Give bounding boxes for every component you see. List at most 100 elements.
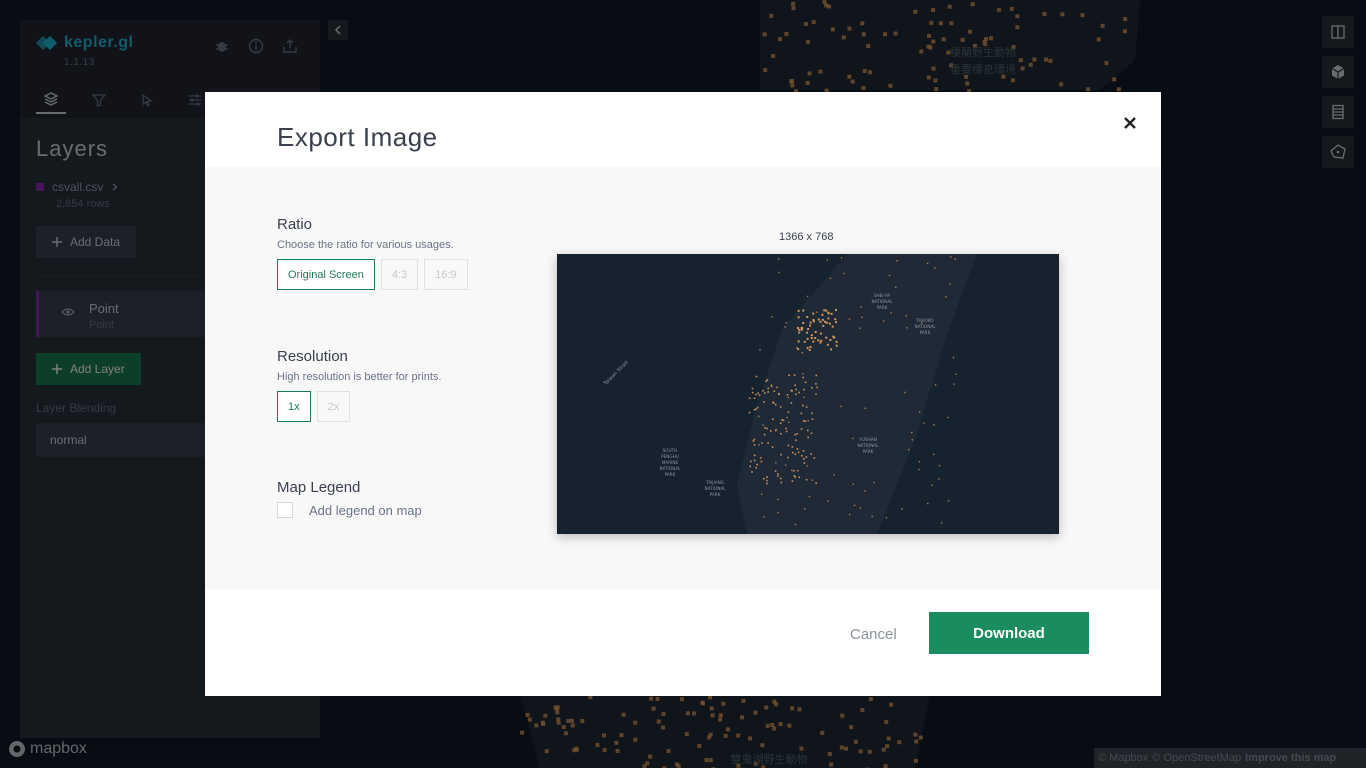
image-preview: SHEI-PA NATIONAL PARK TAROKO NATIONAL PA… (557, 254, 1059, 534)
data-point (840, 257, 843, 259)
ratio-title: Ratio (277, 216, 313, 233)
data-point (767, 391, 769, 393)
data-point (794, 476, 796, 478)
resolution-option-2x[interactable]: 2x (316, 391, 351, 422)
data-point (804, 508, 806, 510)
data-point (817, 318, 820, 321)
ratio-option-4-3[interactable]: 4:3 (380, 259, 419, 290)
data-point (766, 379, 769, 381)
data-point (774, 430, 777, 432)
data-point (784, 464, 787, 466)
resolution-option-1x[interactable]: 1x (277, 391, 311, 422)
data-point (947, 416, 949, 419)
data-point (787, 411, 790, 413)
data-point (890, 312, 892, 314)
data-point (762, 390, 764, 392)
data-point (807, 295, 809, 298)
data-point (777, 475, 779, 477)
preview-label: PENGHU (661, 454, 679, 459)
data-point (843, 272, 845, 275)
data-point (835, 321, 837, 324)
resolution-title: Resolution (277, 348, 348, 365)
preview-label: PARK (877, 305, 888, 310)
data-point (773, 390, 776, 392)
data-point (763, 433, 766, 436)
data-point (800, 326, 803, 329)
data-point (807, 328, 810, 330)
data-point (864, 407, 866, 409)
close-button[interactable] (1121, 114, 1139, 132)
data-point (762, 477, 765, 480)
data-point (771, 316, 773, 318)
data-point (808, 348, 811, 351)
data-point (787, 456, 789, 459)
data-point (770, 385, 773, 388)
data-point (798, 391, 800, 394)
data-point (901, 508, 903, 510)
data-point (751, 387, 754, 390)
data-point (852, 483, 854, 485)
data-point (931, 484, 933, 486)
data-point (787, 396, 789, 399)
data-point (759, 457, 762, 459)
data-point (860, 306, 862, 308)
data-point (796, 346, 798, 349)
data-point (832, 335, 835, 338)
data-point (773, 402, 775, 404)
data-point (791, 451, 794, 454)
data-point (766, 479, 768, 482)
data-point (911, 439, 913, 441)
data-point (766, 476, 768, 478)
preview-label: MARINE (662, 460, 679, 465)
data-point (827, 317, 830, 320)
legend-option[interactable]: Add legend on map (277, 502, 422, 518)
preview-label: PARK (863, 449, 874, 454)
data-point (788, 421, 790, 423)
ratio-section: Ratio Choose the ratio for various usage… (277, 216, 468, 290)
add-legend-checkbox[interactable] (277, 502, 293, 518)
data-point (812, 340, 815, 343)
data-point (761, 442, 763, 444)
data-point (777, 511, 779, 514)
data-point (833, 474, 835, 476)
data-point (763, 516, 765, 518)
data-point (776, 386, 778, 389)
data-point (852, 437, 854, 440)
ratio-option-16-9[interactable]: 16:9 (424, 259, 468, 290)
data-point (826, 343, 829, 346)
data-point (798, 328, 801, 331)
data-point (785, 430, 788, 433)
data-point (807, 436, 809, 439)
data-point (794, 433, 796, 436)
data-point (816, 386, 818, 389)
data-point (782, 419, 785, 422)
data-point (864, 490, 866, 492)
data-point (759, 349, 761, 351)
data-point (811, 412, 813, 415)
add-legend-label: Add legend on map (309, 502, 422, 518)
data-point (882, 320, 885, 322)
data-point (777, 498, 779, 501)
data-point (826, 321, 828, 324)
data-point (813, 457, 816, 459)
data-point (835, 344, 838, 347)
resolution-section: Resolution High resolution is better for… (277, 348, 441, 422)
data-point (753, 454, 756, 457)
data-point (817, 339, 820, 342)
data-point (827, 500, 829, 502)
data-point (805, 406, 808, 408)
modal-title: Export Image (277, 122, 438, 152)
ratio-option-original-screen[interactable]: Original Screen (277, 259, 375, 290)
data-point (801, 455, 803, 457)
download-button[interactable]: Download (929, 612, 1089, 654)
data-point (953, 383, 955, 385)
data-point (797, 316, 800, 319)
data-point (895, 286, 897, 288)
data-point (926, 262, 929, 265)
data-point (950, 256, 952, 258)
data-point (823, 309, 826, 312)
data-point (814, 337, 817, 339)
map-legend-section: Map Legend Add legend on map (277, 479, 422, 518)
cancel-button[interactable]: Cancel (850, 626, 897, 643)
data-point (807, 420, 809, 422)
